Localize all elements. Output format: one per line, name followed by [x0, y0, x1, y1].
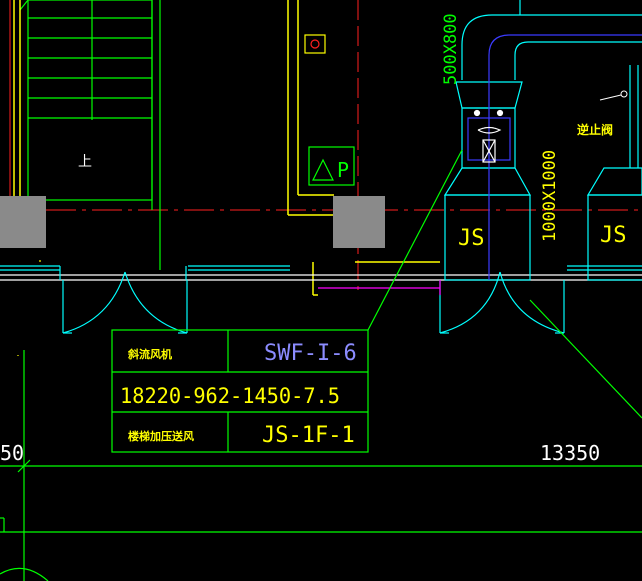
shaft-label-left: JS — [458, 226, 485, 251]
stair-up-label: 上 — [78, 154, 92, 170]
lines-magenta — [318, 280, 441, 295]
stair-outline — [27, 0, 153, 201]
door-left — [62, 271, 188, 334]
pressure-label: P — [337, 158, 349, 182]
duct-size-label-500x800: 500X800 — [441, 13, 461, 85]
fan-bottom-hood-right — [586, 167, 642, 196]
table-row1-label: 斜流风机 — [127, 347, 172, 361]
column-left — [0, 196, 46, 248]
table-row2-spec: 18220-962-1450-7.5 — [120, 384, 340, 408]
dimension-label-13350: 13350 — [540, 441, 600, 465]
cad-drawing-canvas[interactable]: 上 P 500X800 1000X1000 逆止阀 JS JS 斜流风机 SWF… — [0, 0, 642, 581]
walls-cyan — [0, 265, 642, 280]
table-row1-value: SWF-I-6 — [264, 341, 357, 366]
equipment-symbol — [304, 34, 326, 54]
valve-symbol — [599, 90, 628, 101]
table-row3-value: JS-1F-1 — [262, 423, 355, 448]
shaft-label-right: JS — [600, 223, 627, 248]
cad-drawing: 上 P 500X800 1000X1000 逆止阀 JS JS 斜流风机 SWF… — [0, 0, 642, 581]
duct-inner — [514, 41, 642, 80]
walls-yellow — [13, 0, 440, 296]
leader-lines — [367, 149, 642, 419]
door-right — [439, 271, 565, 334]
fan-bottom-hood — [443, 167, 532, 196]
pressure-sensor-symbol: P — [308, 146, 355, 186]
leader-right — [529, 299, 642, 419]
dimension-label-left: 50 — [0, 441, 24, 465]
triangle-icon — [312, 158, 334, 181]
axis-lines — [0, 0, 642, 290]
table-row3-label: 楼梯加压送风 — [128, 429, 194, 443]
duct-size-label-1000x1000: 1000X1000 — [540, 150, 560, 242]
wall-lines-white — [0, 274, 642, 281]
column-mid — [333, 196, 385, 248]
valve-label: 逆止阀 — [577, 122, 613, 137]
